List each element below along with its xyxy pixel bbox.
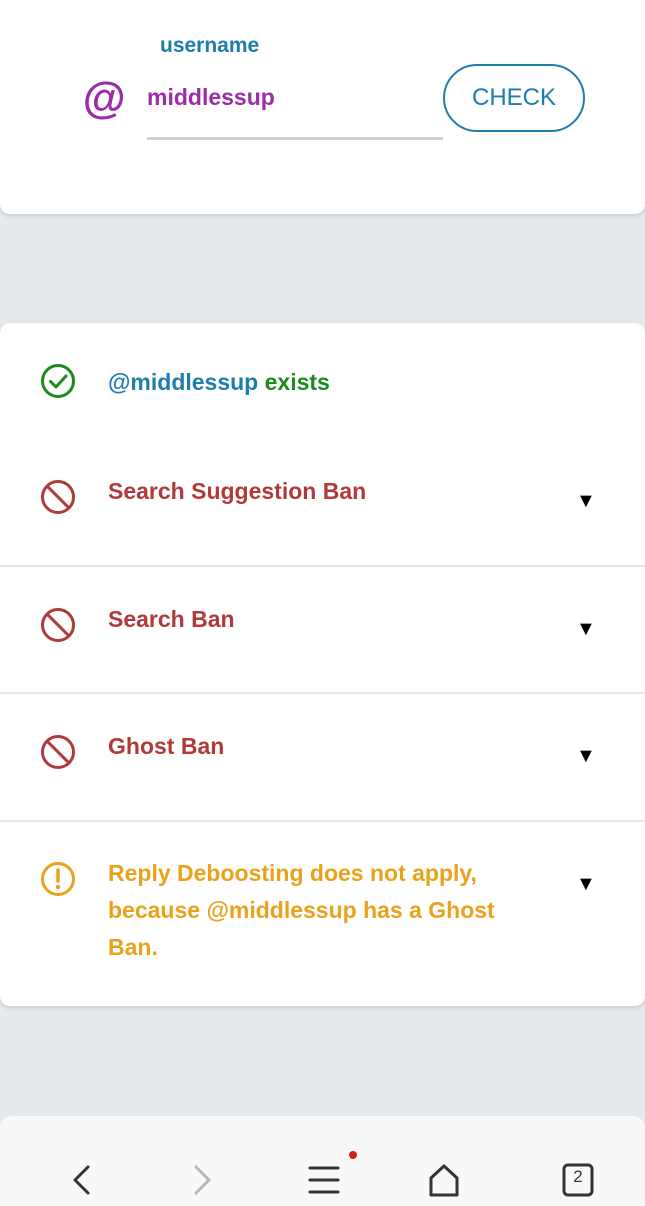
exists-suffix: exists: [258, 369, 330, 395]
at-sign-icon: @: [82, 74, 125, 123]
browser-bottom-nav: 2: [0, 1116, 645, 1206]
ghost-ban-label: Ghost Ban: [108, 733, 225, 759]
search-ban-label: Search Ban: [108, 606, 235, 632]
home-icon[interactable]: [424, 1160, 464, 1200]
exists-row: @middlessup exists: [0, 323, 645, 439]
search-suggestion-ban-row[interactable]: Search Suggestion Ban ▼: [0, 439, 645, 565]
menu-icon[interactable]: [304, 1160, 344, 1200]
notification-dot: [349, 1151, 357, 1159]
forward-arrow-icon[interactable]: [182, 1160, 222, 1200]
exists-text: @middlessup exists: [108, 364, 528, 401]
check-circle-icon: [41, 364, 75, 398]
username-label: username: [160, 34, 260, 57]
tab-count: 2: [573, 1167, 583, 1186]
reply-deboosting-label: Reply Deboosting does not apply, because…: [108, 860, 495, 960]
username-search-card: @ username CHECK: [0, 0, 645, 214]
expand-caret-icon[interactable]: ▼: [576, 619, 596, 639]
warning-circle-icon: [41, 862, 75, 896]
search-suggestion-ban-label: Search Suggestion Ban: [108, 478, 367, 504]
exists-handle[interactable]: @middlessup: [108, 369, 258, 395]
ban-icon: [41, 608, 75, 642]
search-ban-row[interactable]: Search Ban ▼: [0, 567, 645, 692]
ban-icon: [41, 735, 75, 769]
username-input[interactable]: [147, 74, 443, 140]
reply-deboosting-row[interactable]: Reply Deboosting does not apply, because…: [0, 822, 645, 1006]
results-card: @middlessup exists Search Suggestion Ban…: [0, 323, 645, 1006]
expand-caret-icon[interactable]: ▼: [576, 874, 596, 894]
expand-caret-icon[interactable]: ▼: [576, 491, 596, 511]
ban-icon: [41, 480, 75, 514]
tabs-button[interactable]: 2: [558, 1160, 598, 1200]
ghost-ban-row[interactable]: Ghost Ban ▼: [0, 694, 645, 820]
back-arrow-icon[interactable]: [62, 1160, 102, 1200]
check-button[interactable]: CHECK: [443, 64, 585, 132]
expand-caret-icon[interactable]: ▼: [576, 746, 596, 766]
